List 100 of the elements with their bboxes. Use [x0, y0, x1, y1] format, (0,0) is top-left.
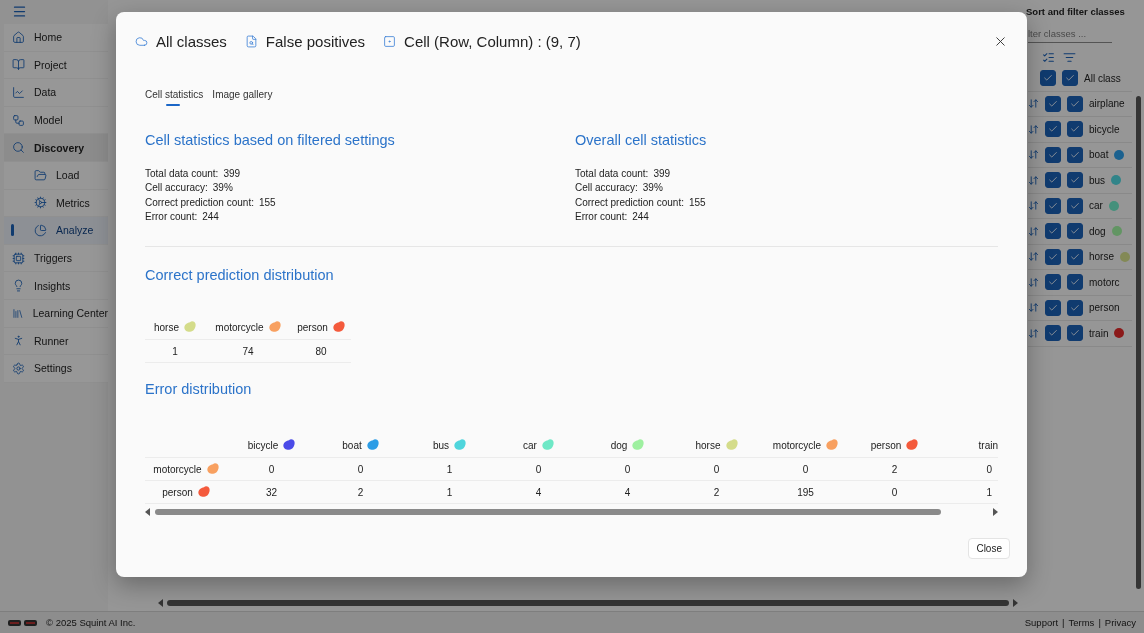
checkbox[interactable]: [1062, 70, 1078, 87]
filter-field[interactable]: lter classes ...: [1028, 25, 1112, 43]
checkbox[interactable]: [1045, 172, 1061, 189]
checkbox[interactable]: [1067, 299, 1083, 316]
checkbox[interactable]: [1045, 299, 1061, 316]
scroll-left-icon[interactable]: [145, 508, 150, 517]
class-color-icon: [632, 439, 645, 451]
checkmark-icon: [1048, 175, 1058, 186]
class-label: dog: [1089, 225, 1106, 237]
checkbox[interactable]: [1067, 223, 1083, 240]
sort-arrow-icon[interactable]: [1028, 276, 1039, 288]
filter-icon[interactable]: [1063, 51, 1076, 64]
checkmark-icon: [1048, 302, 1058, 313]
sort-arrow-icon[interactable]: [1028, 200, 1039, 212]
sidebar-item[interactable]: Runner: [4, 327, 108, 356]
section-title: Cell statistics based on filtered settings: [145, 132, 396, 148]
column-header: boat: [316, 434, 405, 458]
lightbulb-icon: [12, 279, 25, 293]
checkmark-icon: [1048, 277, 1058, 288]
checkbox[interactable]: [1067, 146, 1083, 163]
checkbox[interactable]: [1067, 197, 1083, 214]
class-label: All class: [1084, 72, 1121, 84]
class-label: motorc: [1089, 276, 1120, 288]
sidebar-item[interactable]: Insights: [4, 272, 108, 300]
list-checks-icon[interactable]: [1042, 51, 1055, 64]
sort-arrow-icon[interactable]: [1028, 98, 1039, 110]
checkbox[interactable]: [1067, 274, 1083, 291]
footer-link[interactable]: Support: [1024, 617, 1059, 628]
checkbox[interactable]: [1045, 274, 1061, 291]
sidebar-item[interactable]: Analyze: [4, 217, 108, 245]
checkbox[interactable]: [1045, 197, 1061, 214]
sort-arrow-icon[interactable]: [1028, 251, 1039, 263]
checkbox[interactable]: [1067, 172, 1083, 189]
sidebar-item[interactable]: Settings: [4, 355, 108, 383]
gear-icon: [34, 196, 47, 210]
sort-arrow-icon[interactable]: [1028, 123, 1039, 135]
checkbox[interactable]: [1045, 95, 1061, 112]
checkmark-icon: [1070, 302, 1080, 313]
sort-arrow-icon[interactable]: [1028, 149, 1039, 161]
checkbox[interactable]: [1067, 248, 1083, 265]
checkmark-icon: [1070, 98, 1080, 109]
class-label: train: [1089, 327, 1109, 339]
checkbox[interactable]: [1045, 146, 1061, 163]
sort-arrow-icon[interactable]: [1028, 302, 1039, 314]
scroll-right-icon[interactable]: [993, 508, 998, 517]
checkbox[interactable]: [1045, 325, 1061, 342]
stat-line: Cell accuracy: 39%: [145, 181, 234, 196]
sidebar-item[interactable]: Discovery: [4, 134, 108, 162]
table-cell: 4: [583, 480, 672, 504]
panel-title: Sort and filter classes: [1026, 6, 1126, 17]
stat-line: Total data count: 399: [145, 167, 242, 181]
stat-line: Correct prediction count: 155: [145, 195, 277, 210]
footer-link[interactable]: Privacy: [1104, 617, 1136, 628]
tab[interactable]: Image gallery: [212, 89, 273, 106]
checkbox[interactable]: [1067, 121, 1083, 138]
menu-icon[interactable]: [12, 4, 27, 19]
tab[interactable]: Cell statistics: [145, 89, 204, 106]
sidebar-item[interactable]: Load: [4, 161, 108, 190]
sort-arrow-icon[interactable]: [1028, 174, 1039, 186]
checkmark-icon: [1048, 200, 1058, 211]
sidebar-item[interactable]: Model: [4, 106, 108, 135]
stat-line: Error count: 244: [145, 209, 220, 224]
breadcrumb[interactable]: False positives: [244, 33, 366, 50]
close-button[interactable]: Close: [968, 538, 1010, 559]
file-search-icon: [244, 35, 258, 48]
breadcrumb[interactable]: Cell (Row, Column) : (9, 7): [383, 33, 581, 50]
sidebar-item[interactable]: Triggers: [4, 244, 108, 273]
checkbox[interactable]: [1045, 223, 1061, 240]
class-color-icon: [206, 462, 219, 474]
sidebar-item[interactable]: Home: [4, 24, 108, 52]
book-icon: [12, 58, 25, 72]
checkbox[interactable]: [1067, 325, 1083, 342]
table-cell: 74: [205, 339, 291, 363]
table-cell: 0: [939, 457, 998, 481]
table-cell: 32: [227, 480, 316, 504]
sidebar-item[interactable]: Data: [4, 79, 108, 107]
column-header: motorcycle: [205, 316, 291, 340]
breadcrumb[interactable]: All classes: [135, 33, 227, 50]
checkbox[interactable]: [1045, 248, 1061, 265]
sort-arrow-icon[interactable]: [1028, 327, 1039, 339]
sidebar-item[interactable]: Project: [4, 51, 108, 80]
class-label: car: [1089, 200, 1103, 212]
class-label: horse: [1089, 251, 1114, 263]
copyright-text: © 2025 Squint AI Inc.: [46, 617, 136, 628]
selection-indicator: [11, 224, 14, 237]
sidebar-item[interactable]: Metrics: [4, 189, 108, 218]
table-cell: 1: [405, 480, 494, 504]
checkbox[interactable]: [1045, 121, 1061, 138]
class-label: person: [1089, 302, 1120, 314]
footer-link[interactable]: Terms: [1068, 617, 1095, 628]
row-header: motorcycle: [145, 457, 227, 481]
checkbox[interactable]: [1040, 70, 1056, 87]
sort-arrow-icon[interactable]: [1028, 225, 1039, 237]
table-cell: 1: [939, 480, 998, 504]
class-label: bus: [1089, 174, 1106, 186]
checkbox[interactable]: [1067, 95, 1083, 112]
checkmark-icon: [1070, 277, 1080, 288]
search-icon: [12, 141, 25, 155]
sidebar-item[interactable]: Learning Center: [4, 299, 108, 328]
checkmark-icon: [1048, 98, 1058, 109]
